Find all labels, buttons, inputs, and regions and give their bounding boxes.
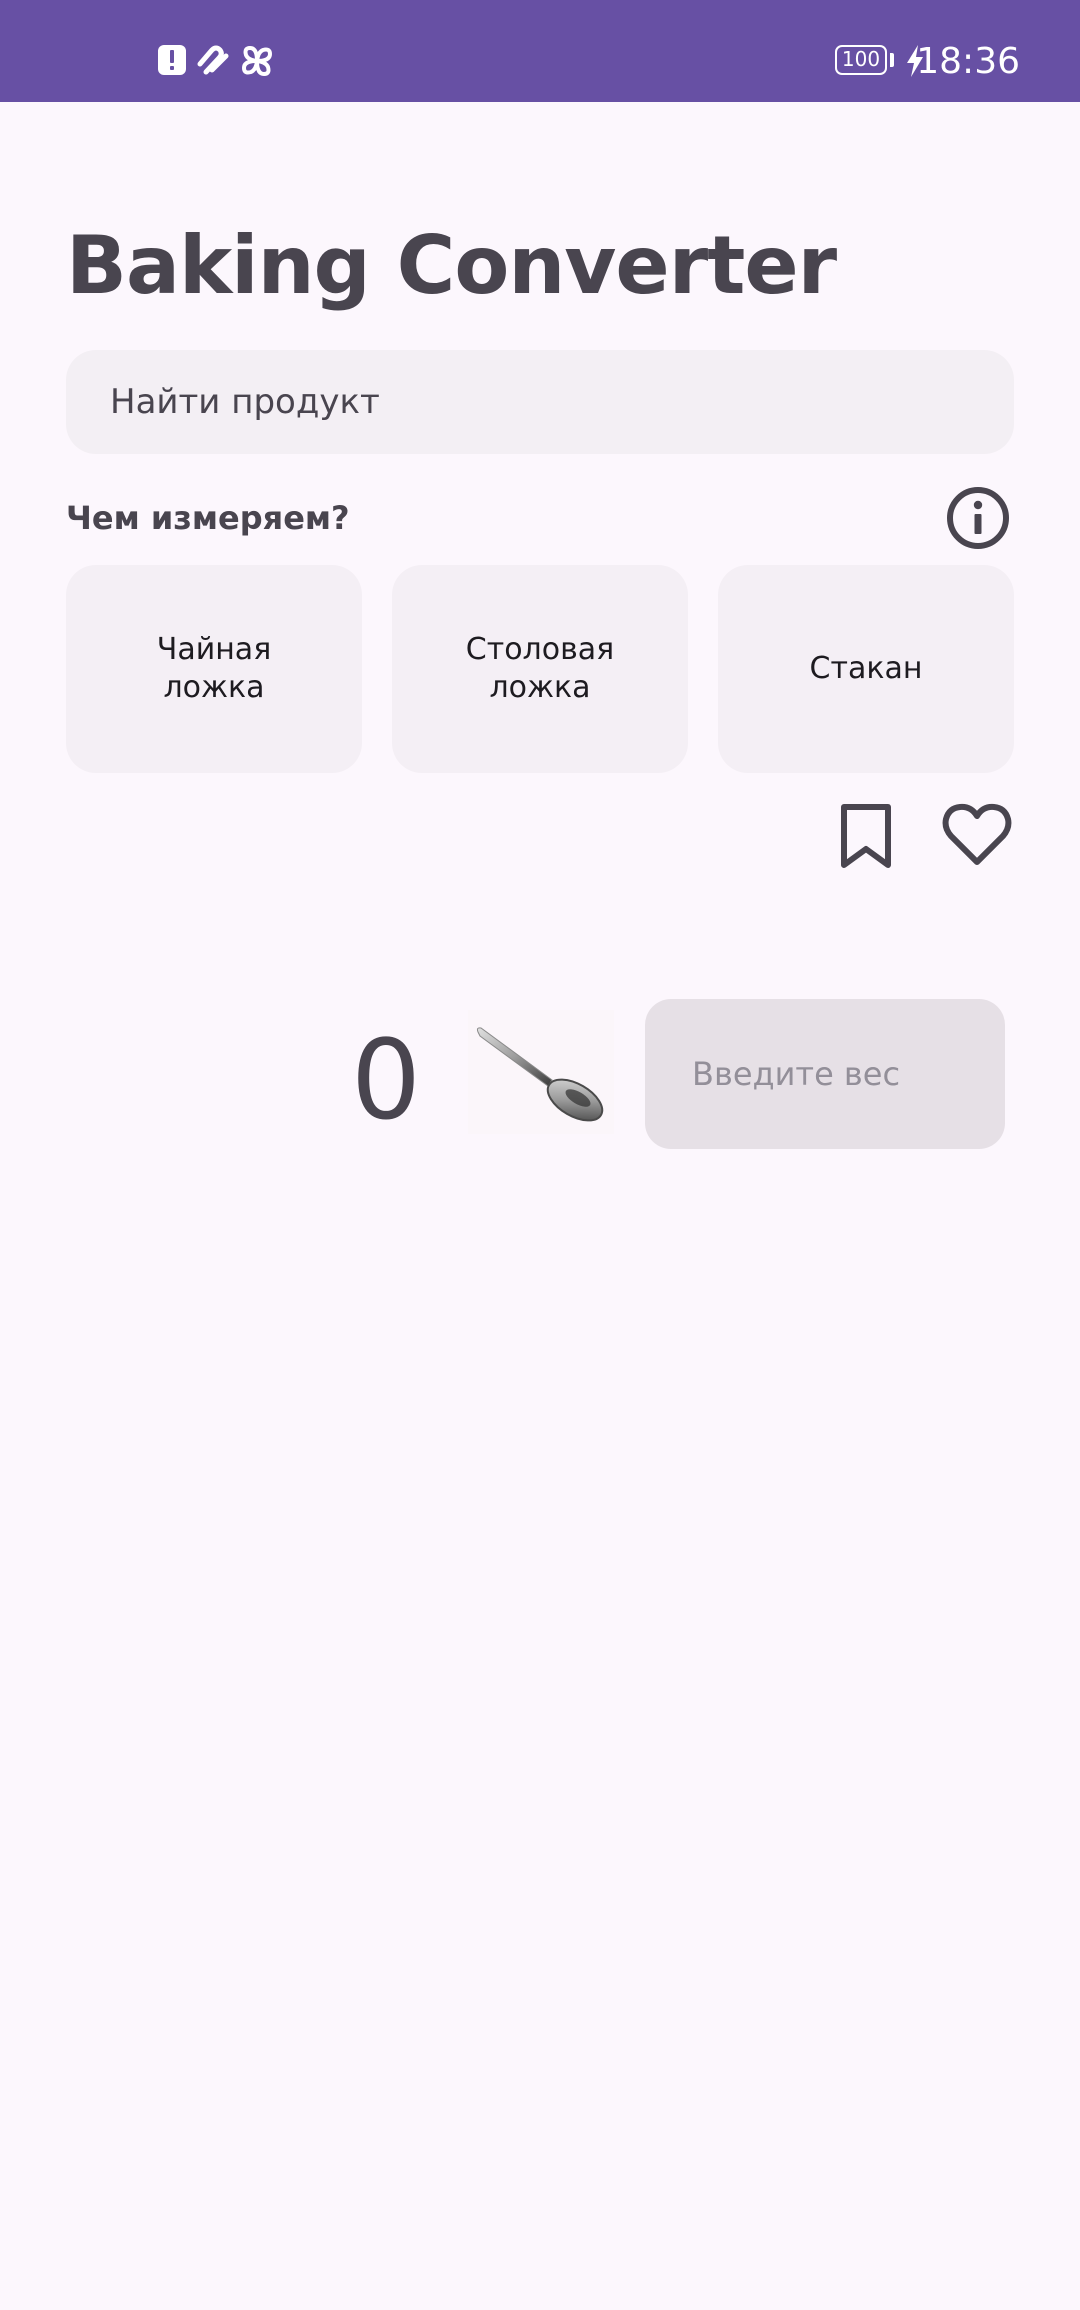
spoon-icon	[468, 1010, 614, 1134]
search-field[interactable]	[66, 350, 1014, 454]
health-icon	[197, 45, 229, 75]
measure-option-label: Стакан	[809, 651, 923, 686]
measure-option-teaspoon[interactable]: Чайная ложка	[66, 565, 362, 773]
weight-input[interactable]	[690, 1054, 994, 1094]
battery-tip	[890, 53, 894, 67]
battery-icon: 100	[835, 45, 887, 75]
measure-option-label: Столовая ложка	[465, 632, 615, 705]
alert-icon	[158, 45, 186, 75]
pinwheel-icon	[241, 45, 273, 77]
search-input[interactable]	[108, 381, 992, 423]
status-bar: 100 18:36	[0, 0, 1080, 102]
measure-option-glass[interactable]: Стакан	[718, 565, 1014, 773]
info-icon[interactable]	[942, 482, 1014, 554]
result-value: 0	[351, 1016, 421, 1144]
measure-option-tablespoon[interactable]: Столовая ложка	[392, 565, 688, 773]
weight-field[interactable]	[645, 999, 1005, 1149]
status-time: 18:36	[916, 41, 1020, 82]
page-title: Baking Converter	[66, 219, 837, 312]
measure-option-label: Чайная ложка	[156, 632, 272, 705]
heart-icon[interactable]	[942, 802, 1012, 868]
measure-label: Чем измеряем?	[66, 499, 350, 537]
bookmark-icon[interactable]	[836, 802, 896, 870]
